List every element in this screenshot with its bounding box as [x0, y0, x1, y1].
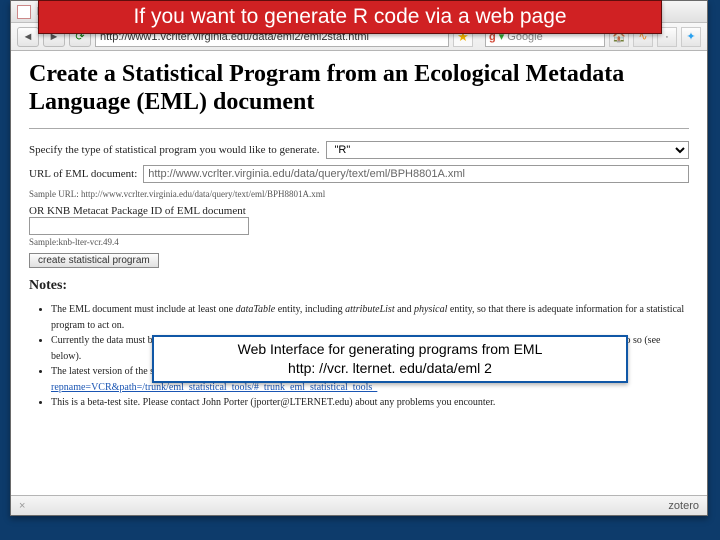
- sample-id: Sample:knb-lter-vcr.49.4: [29, 237, 689, 247]
- back-button[interactable]: ◄: [17, 27, 39, 47]
- addon-icon[interactable]: ✦: [681, 27, 701, 47]
- create-program-button[interactable]: create statistical program: [29, 253, 159, 268]
- notes-heading: Notes:: [29, 278, 689, 294]
- eml-url-input[interactable]: [143, 165, 689, 183]
- program-type-label: Specify the type of statistical program …: [29, 144, 320, 156]
- slide-title-overlay: If you want to generate R code via a web…: [38, 0, 662, 34]
- page-title: Create a Statistical Program from an Eco…: [29, 61, 689, 116]
- program-type-select[interactable]: "R": [326, 141, 689, 159]
- status-close-icon[interactable]: ×: [19, 500, 25, 512]
- package-id-input[interactable]: [29, 217, 249, 235]
- eml-url-label: URL of EML document:: [29, 168, 137, 180]
- or-label: OR KNB Metacat Package ID of EML documen…: [29, 205, 689, 217]
- note-item: This is a beta-test site. Please contact…: [51, 395, 689, 411]
- status-bar: × zotero: [11, 495, 707, 515]
- sample-url: Sample URL: http://www.vcrlter.virginia.…: [29, 189, 689, 199]
- slide-caption-overlay: Web Interface for generating programs fr…: [152, 335, 628, 383]
- note-item: The EML document must include at least o…: [51, 302, 689, 333]
- browser-window: http://www1.vcrlter...ta/eml2/eml2stat.h…: [10, 0, 708, 516]
- zotero-indicator[interactable]: zotero: [668, 500, 699, 512]
- divider: [29, 128, 689, 129]
- favicon: [17, 5, 31, 19]
